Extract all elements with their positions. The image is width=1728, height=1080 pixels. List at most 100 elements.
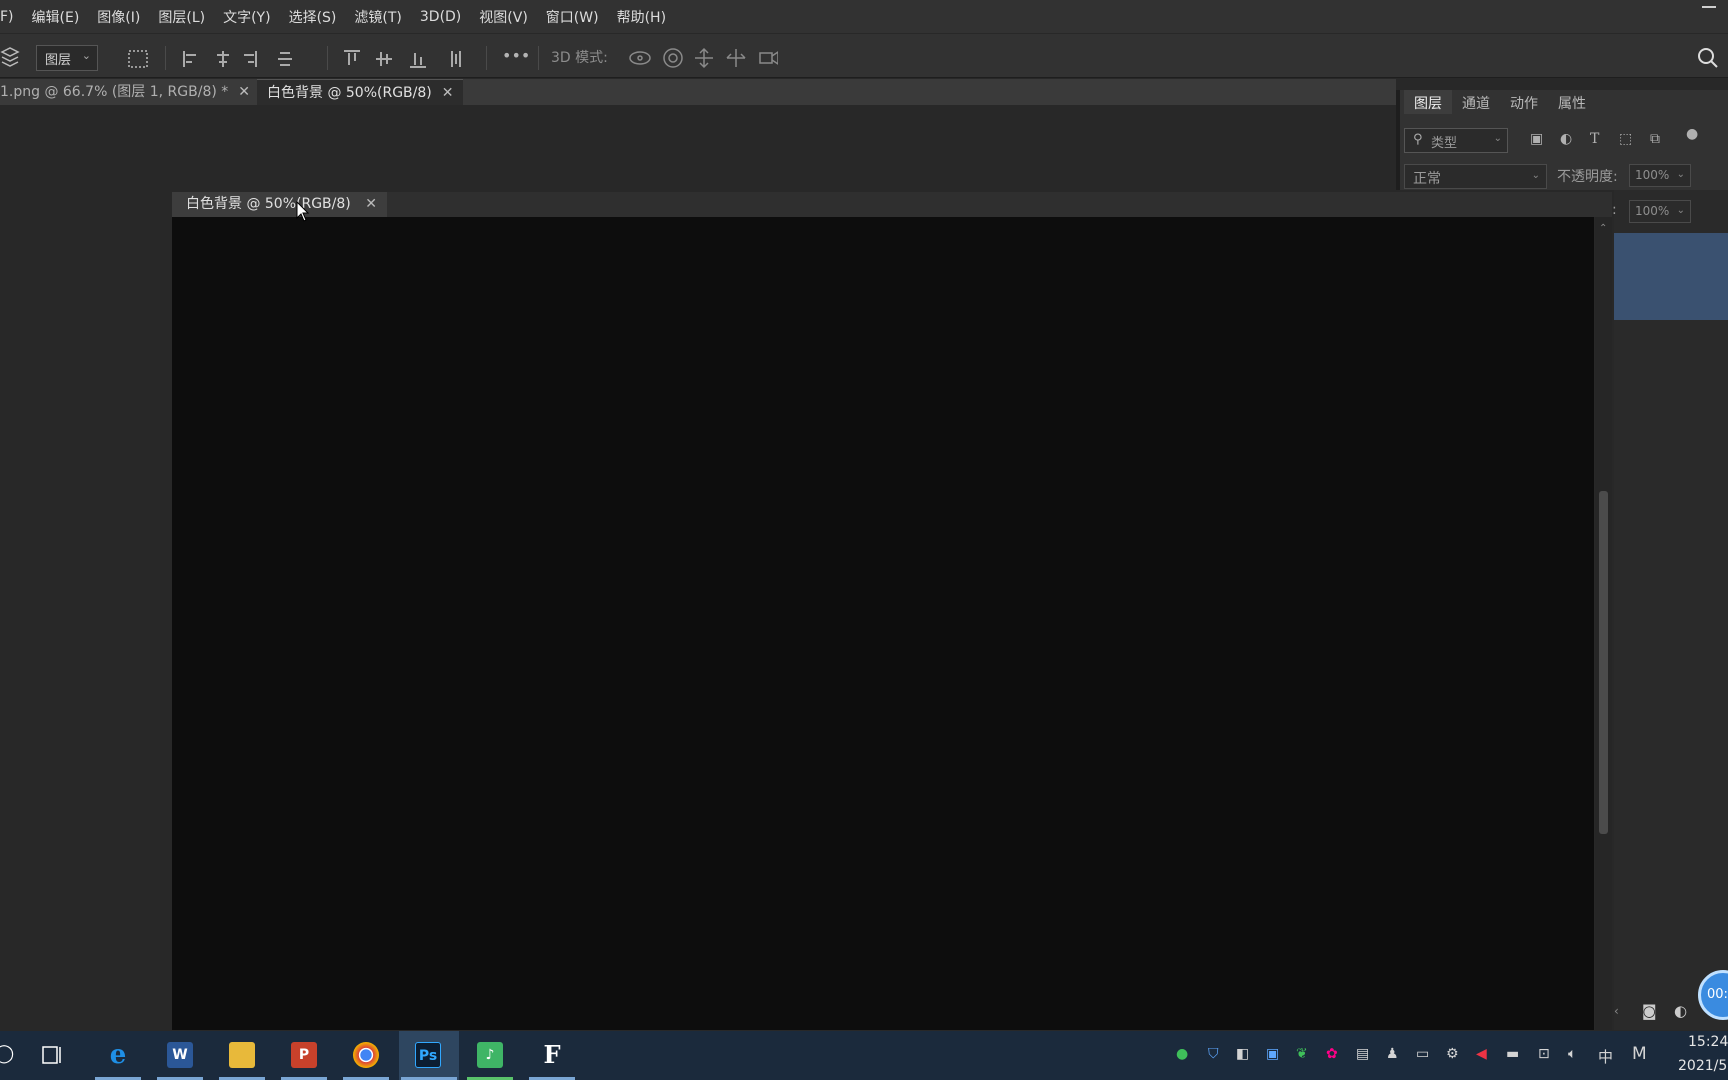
selected-layer-row[interactable] (1614, 233, 1728, 320)
explorer-icon (229, 1042, 255, 1068)
chevron-down-icon: ⌄ (1676, 169, 1685, 180)
vertical-scrollbar[interactable]: ⌃ (1595, 217, 1612, 1030)
wechat-icon[interactable]: ● (1176, 1046, 1188, 1062)
network-icon[interactable]: ⊡ (1538, 1046, 1550, 1062)
close-icon[interactable]: ✕ (238, 84, 250, 100)
clock-time[interactable]: 15:24 (1688, 1034, 1728, 1050)
more-options-icon[interactable]: ••• (502, 46, 530, 66)
blend-mode-dropdown[interactable]: 正常 ⌄ (1404, 164, 1547, 189)
canvas[interactable] (172, 217, 1594, 1030)
menu-filter[interactable]: 滤镜(T) (345, 7, 410, 27)
scrollbar-thumb[interactable] (1599, 491, 1608, 834)
3d-mode-icons[interactable] (628, 47, 778, 69)
floating-document-window: 白色背景 @ 50%(RGB/8) ✕ ⌃ (172, 192, 1612, 1030)
tab-properties[interactable]: 属性 (1548, 90, 1596, 114)
auto-select-value: 图层 (45, 53, 72, 68)
shield-icon[interactable]: ⛉ (1208, 1046, 1219, 1062)
speaker-mute-icon[interactable]: ◀ (1476, 1046, 1487, 1062)
chevron-down-icon: ⌄ (1493, 133, 1502, 144)
opacity-label: 不透明度: (1557, 169, 1618, 185)
search-icon[interactable] (1697, 47, 1719, 69)
task-view-icon[interactable] (42, 1045, 64, 1065)
transform-controls-icon[interactable] (127, 49, 149, 69)
powerpoint-icon: P (291, 1042, 317, 1068)
chevron-down-icon: ⌄ (81, 49, 91, 62)
taskbar-edge[interactable]: e (93, 1031, 143, 1080)
menu-window[interactable]: 窗口(W) (537, 7, 608, 27)
layer-filter-dropdown[interactable]: ⚲ 类型 ⌄ (1404, 128, 1508, 153)
taskbar-powerpoint[interactable]: P (279, 1031, 329, 1080)
adjustment-layer-icon[interactable]: ◐ (1674, 1002, 1687, 1020)
battery-icon[interactable]: ▬ (1506, 1046, 1519, 1062)
auto-select-dropdown[interactable]: 图层 ⌄ (36, 45, 98, 71)
clock-date[interactable]: 2021/5 (1678, 1058, 1727, 1074)
penguin-icon[interactable]: ♟ (1386, 1046, 1399, 1062)
ime-mode[interactable]: M (1632, 1044, 1647, 1064)
taskbar-explorer[interactable] (217, 1031, 267, 1080)
fill-input[interactable]: 100% ⌄ (1629, 200, 1691, 223)
settings-icon[interactable]: ⚙ (1446, 1046, 1459, 1062)
leaf-icon[interactable]: ❦ (1296, 1046, 1308, 1062)
photoshop-icon: Ps (415, 1042, 441, 1068)
tab-1png[interactable]: 1.png @ 66.7% (图层 1, RGB/8) * ✕ (0, 79, 260, 105)
align-icons[interactable] (182, 49, 292, 69)
fill-label: : (1612, 202, 1617, 218)
menu-type[interactable]: 文字(Y) (214, 7, 279, 27)
menu-view[interactable]: 视图(V) (470, 7, 537, 27)
layer-mask-icon[interactable]: ◙ (1642, 1002, 1657, 1020)
monitor-icon[interactable]: ▭ (1416, 1046, 1429, 1062)
menu-3d[interactable]: 3D(D) (411, 9, 470, 25)
tab-layers[interactable]: 图层 (1404, 90, 1452, 114)
menu-edit[interactable]: 编辑(E) (23, 7, 89, 27)
dolby-icon[interactable]: ◧ (1236, 1046, 1249, 1062)
menu-select[interactable]: 选择(S) (280, 7, 346, 27)
camera-icon[interactable]: ▤ (1356, 1046, 1369, 1062)
floating-title-bar[interactable]: 白色背景 @ 50%(RGB/8) ✕ (172, 192, 1612, 217)
menu-image[interactable]: 图像(I) (88, 7, 149, 27)
taskbar-chrome[interactable] (341, 1031, 391, 1080)
ie-icon: e (109, 1040, 127, 1070)
tab-white-background[interactable]: 白色背景 @ 50%(RGB/8) ✕ (257, 79, 464, 105)
app-icon: F (543, 1040, 561, 1069)
close-icon[interactable]: ✕ (442, 85, 454, 101)
chevron-left-icon[interactable]: ‹ (1614, 1004, 1619, 1018)
close-icon[interactable]: ✕ (365, 192, 377, 217)
tab-label: 白色背景 @ 50%(RGB/8) (267, 85, 432, 101)
tab-label: 1.png @ 66.7% (图层 1, RGB/8) * (0, 84, 229, 100)
type-filter-icon[interactable]: T (1590, 131, 1599, 147)
blend-mode-value: 正常 (1413, 171, 1441, 187)
adjustment-filter-icon[interactable]: ◐ (1560, 131, 1572, 147)
opacity-input[interactable]: 100% ⌄ (1629, 164, 1691, 187)
start-search-icon[interactable]: ◯ (0, 1043, 14, 1064)
tab-channels[interactable]: 通道 (1452, 90, 1500, 114)
ime-lang[interactable]: 中 (1598, 1046, 1613, 1067)
taskbar-photoshop[interactable]: Ps (399, 1031, 459, 1080)
volume-icon[interactable]: 🔈︎ (1568, 1046, 1576, 1062)
menu-file[interactable]: F) (0, 9, 23, 25)
taskbar-word[interactable]: W (155, 1031, 205, 1080)
scroll-up-icon[interactable]: ⌃ (1599, 223, 1607, 234)
word-icon: W (167, 1042, 193, 1068)
floating-tab-label: 白色背景 @ 50%(RGB/8) (186, 196, 351, 212)
filter-label: 类型 (1431, 136, 1458, 151)
flower-icon[interactable]: ✿ (1326, 1046, 1338, 1062)
app-tray-icon[interactable]: ▣ (1266, 1046, 1279, 1062)
distribute-icons[interactable] (344, 49, 466, 69)
move-tool-icon[interactable] (0, 46, 20, 68)
floating-tab[interactable]: 白色背景 @ 50%(RGB/8) ✕ (172, 192, 387, 217)
taskbar-app[interactable]: F (527, 1031, 577, 1080)
image-filter-icon[interactable]: ▣ (1530, 131, 1543, 147)
menu-layer[interactable]: 图层(L) (149, 7, 214, 27)
minimize-icon[interactable] (1702, 6, 1716, 8)
menu-help[interactable]: 帮助(H) (608, 7, 675, 27)
document-tab-bar: 1.png @ 66.7% (图层 1, RGB/8) * ✕ 白色背景 @ 50… (0, 79, 1396, 105)
search-icon: ⚲ (1413, 132, 1423, 147)
fill-value: 100% (1635, 204, 1670, 218)
shape-filter-icon[interactable]: ⬚ (1619, 131, 1632, 147)
taskbar-music[interactable]: ♪ (465, 1031, 515, 1080)
smart-object-filter-icon[interactable]: ⧉ (1650, 131, 1660, 147)
filter-toggle-icon[interactable]: ● (1686, 126, 1698, 142)
panel-tabs: 图层 通道 动作 属性 (1404, 90, 1596, 114)
taskbar: ◯ e W P Ps ♪ F (0, 1031, 1728, 1080)
tab-actions[interactable]: 动作 (1500, 90, 1548, 114)
